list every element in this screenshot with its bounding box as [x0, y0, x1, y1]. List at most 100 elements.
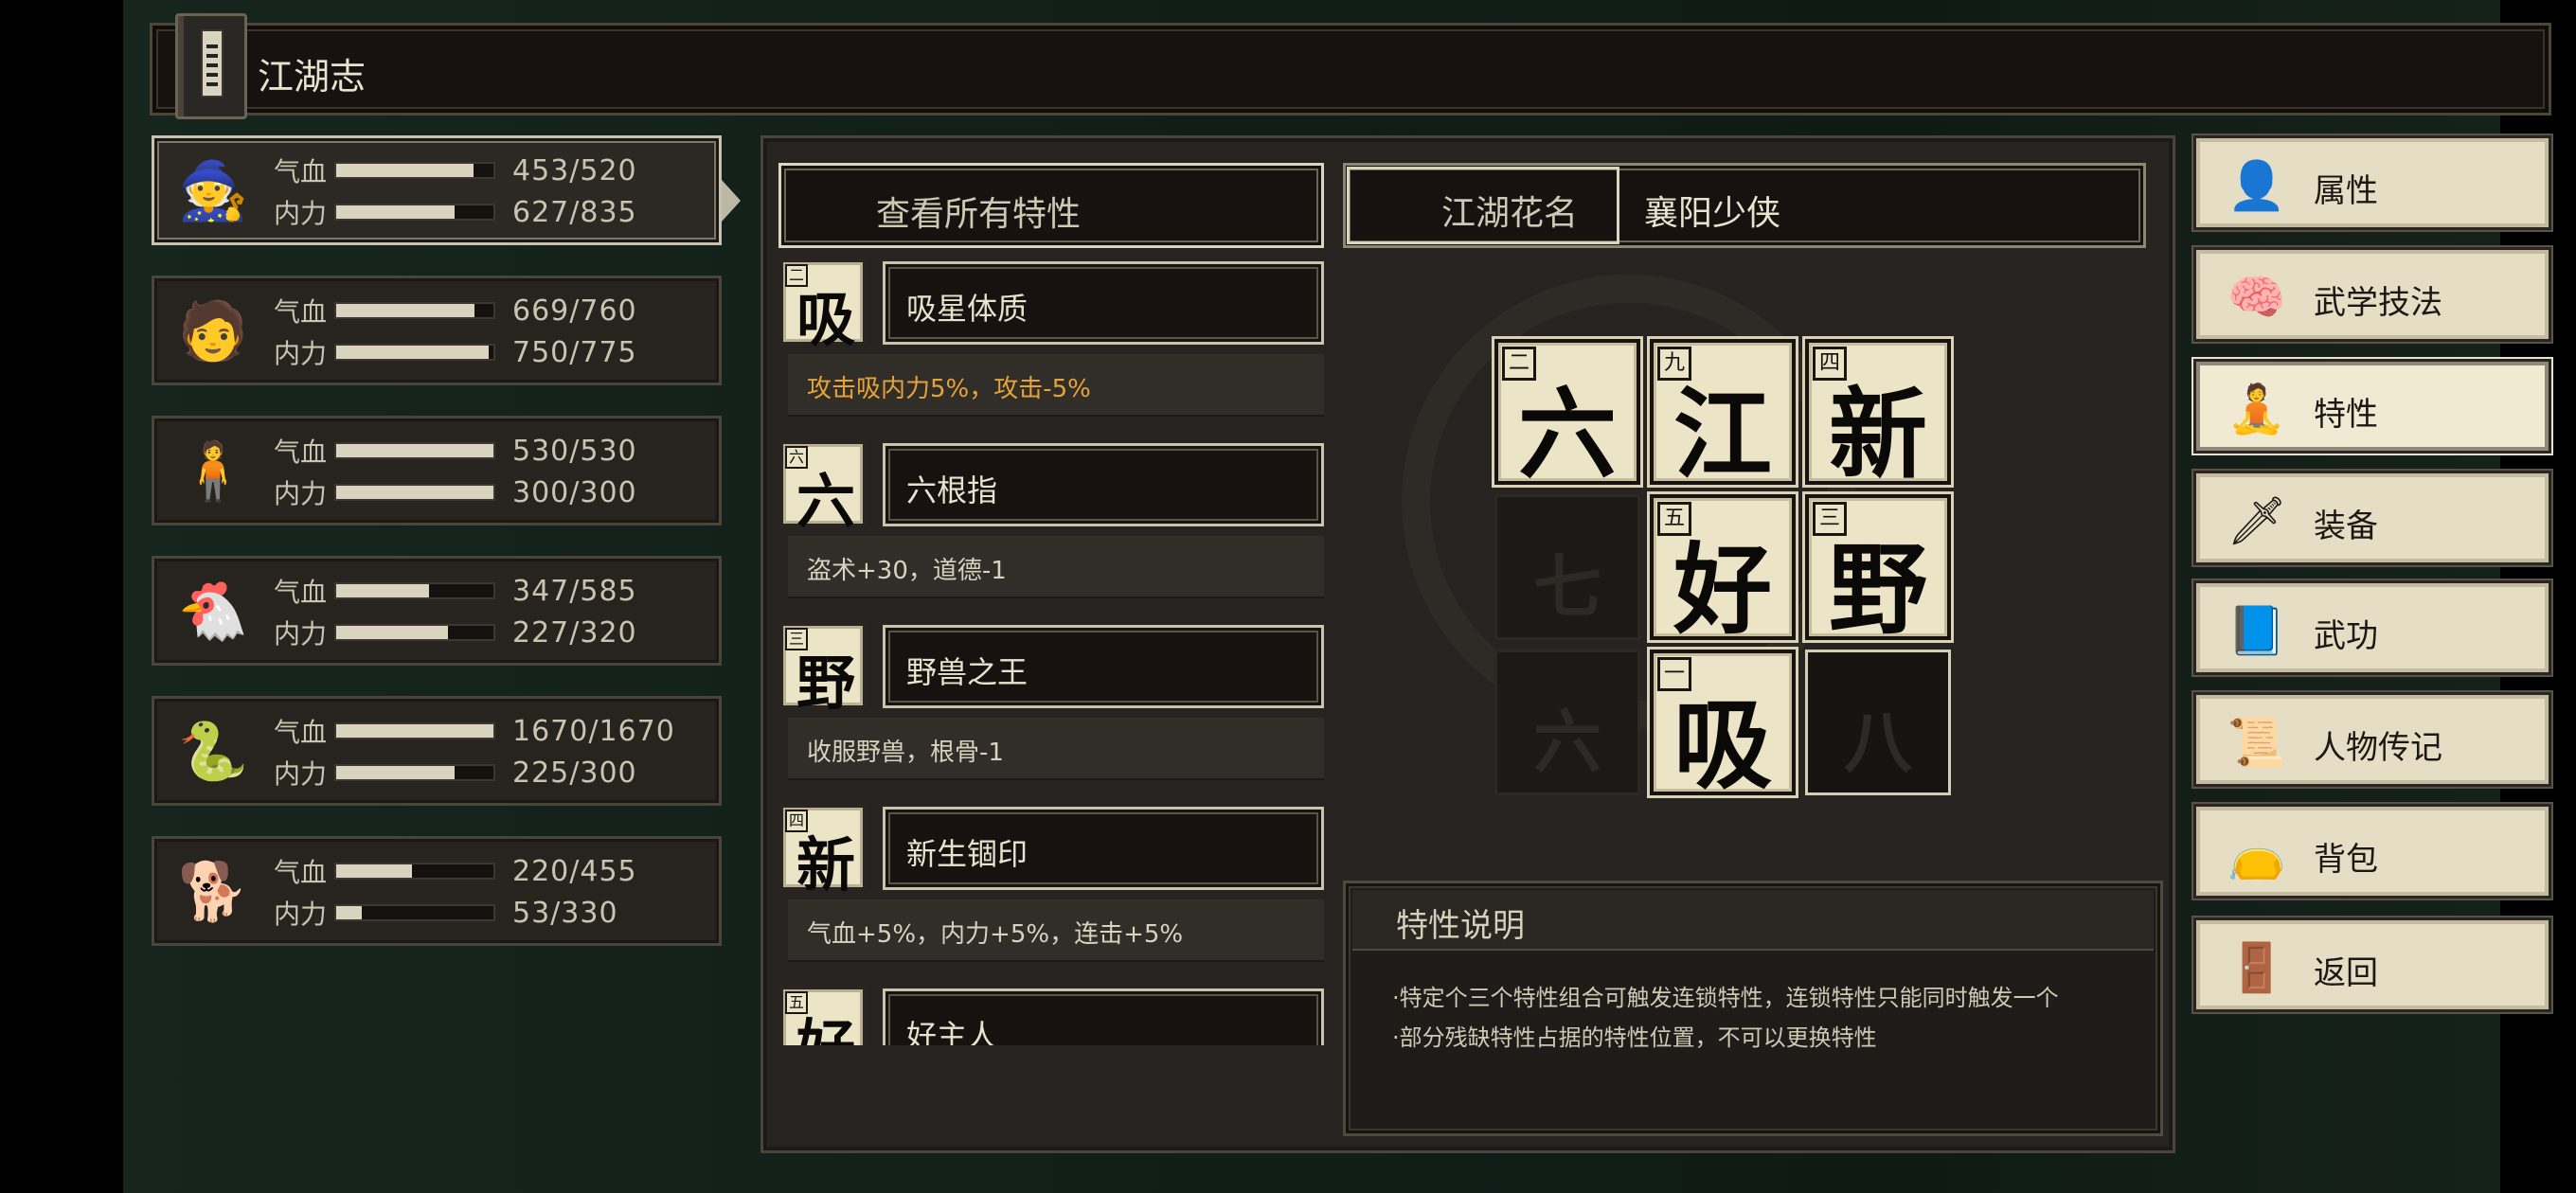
grid-char: 新	[1828, 376, 1927, 492]
hp-value: 669/760	[512, 294, 637, 328]
trait-effect-text: 攻击吸内力5%，攻击-5%	[807, 375, 1091, 403]
attributes-icon: 👤	[2227, 158, 2287, 213]
hp-value: 220/455	[512, 854, 637, 888]
hp-row: 气血 220/455	[274, 854, 637, 889]
trait-effect: 攻击吸内力5%，攻击-5%	[788, 354, 1324, 417]
menu-button[interactable]: 🧘 特性	[2193, 359, 2551, 454]
menu-button-label: 武学技法	[2314, 284, 2442, 322]
trait-effect: 盗术+30，道德-1	[788, 536, 1324, 598]
character-card[interactable]: 🐕 气血 220/455 内力 53/330	[152, 836, 722, 946]
trait-grid-cell[interactable]: 八	[1805, 650, 1951, 795]
mp-bar-fill	[336, 626, 448, 639]
trait-grid-cell[interactable]: 三野	[1805, 494, 1951, 648]
trait-name: 六根指	[906, 472, 998, 508]
description-title: 特性说明	[1396, 907, 1525, 945]
nickname-value: 襄阳少侠	[1644, 194, 1781, 233]
grid-char: 六	[1532, 702, 1601, 782]
hp-bar-fill	[336, 724, 493, 738]
mp-bar	[334, 624, 495, 641]
hp-bar-fill	[336, 164, 474, 177]
hp-bar	[334, 162, 495, 179]
traits-icon: 🧘	[2227, 382, 2287, 436]
trait-name: 野兽之王	[906, 654, 1029, 690]
character-card[interactable]: 🐔 气血 347/585 内力 227/320	[152, 556, 722, 666]
trait-effect-text: 盗术+30，道德-1	[807, 557, 1007, 585]
mp-bar-fill	[336, 486, 493, 499]
hp-value: 453/520	[512, 153, 637, 187]
trait-name-box[interactable]: 野兽之王	[883, 625, 1324, 708]
trait-name-box[interactable]: 六根指	[883, 443, 1324, 526]
return-door-icon: 🚪	[2227, 940, 2287, 995]
trait-grid-cell[interactable]: 六	[1494, 650, 1640, 795]
hp-bar	[334, 722, 495, 739]
trait-tile: 五好	[780, 987, 866, 1045]
trait-item[interactable]: 六六 六根指 盗术+30，道德-1	[778, 439, 1324, 621]
nickname-label: 江湖花名	[1441, 194, 1579, 233]
trait-grid-cell[interactable]: 二六	[1494, 339, 1640, 492]
hp-row: 气血 530/530	[274, 434, 637, 469]
mp-row: 内力 627/835	[274, 195, 637, 230]
mp-bar-fill	[336, 346, 489, 359]
trait-grid-cell[interactable]: 五好	[1650, 494, 1796, 648]
mp-bar-fill	[336, 766, 455, 779]
hp-bar	[334, 302, 495, 319]
mp-label: 内力	[274, 198, 328, 229]
menu-button[interactable]: 📜 人物传记	[2193, 692, 2551, 787]
trait-grid-cell[interactable]: 四新	[1805, 339, 1951, 492]
mp-label: 内力	[274, 338, 328, 369]
equipment-icon: 🗡	[2227, 493, 2287, 548]
menu-button[interactable]: 🚪 返回	[2193, 917, 2551, 1012]
mp-value: 750/775	[512, 335, 637, 369]
selected-arrow-icon	[722, 180, 741, 222]
martial-skills-icon: 🧠	[2227, 270, 2287, 325]
hp-label: 气血	[274, 717, 328, 748]
menu-button[interactable]: 👝 背包	[2193, 804, 2551, 899]
grid-char: 江	[1673, 376, 1772, 492]
trait-list[interactable]: 二吸 吸星体质 攻击吸内力5%，攻击-5% 六六 六根指 盗术+30，道德-1 三野 野兽之王…	[778, 258, 1324, 1045]
mp-label: 内力	[274, 618, 328, 650]
menu-button-label: 属性	[2314, 172, 2378, 210]
grid-char: 七	[1532, 546, 1601, 627]
trait-effect: 收服野兽，根骨-1	[788, 718, 1324, 780]
grid-char: 八	[1843, 702, 1912, 782]
trait-item[interactable]: 二吸 吸星体质 攻击吸内力5%，攻击-5%	[778, 258, 1324, 439]
character-card[interactable]: 🐍 气血 1670/1670 内力 225/300	[152, 696, 722, 806]
menu-button[interactable]: 👤 属性	[2193, 135, 2551, 230]
page-title: 江湖志	[258, 56, 367, 98]
trait-item[interactable]: 三野 野兽之王 收服野兽，根骨-1	[778, 621, 1324, 803]
mp-row: 内力 300/300	[274, 475, 637, 510]
view-all-traits-button[interactable]: 查看所有特性	[778, 163, 1324, 248]
description-line: ·特定个三个特性组合可触发连锁特性，连锁特性只能同时触发一个	[1392, 985, 2059, 1011]
trait-grid-cell[interactable]: 七	[1494, 494, 1640, 640]
menu-button-label: 人物传记	[2314, 729, 2442, 767]
trait-item[interactable]: 五好好主人	[778, 985, 1324, 1045]
trait-name-box[interactable]: 好主人	[883, 988, 1324, 1045]
menu-button[interactable]: 🗡 装备	[2193, 471, 2551, 565]
trait-effect-text: 收服野兽，根骨-1	[807, 739, 1004, 767]
menu-button[interactable]: 🧠 武学技法	[2193, 247, 2551, 342]
menu-button-label: 特性	[2314, 396, 2378, 434]
hp-label: 气血	[274, 577, 328, 608]
trait-char: 野	[796, 649, 856, 718]
trait-grid-cell[interactable]: 九江	[1650, 339, 1796, 492]
menu-button[interactable]: 📘 武功	[2193, 580, 2551, 675]
menu-button-label: 背包	[2314, 841, 2378, 879]
character-card[interactable]: 🧑 气血 669/760 内力 750/775	[152, 276, 722, 385]
hp-bar	[334, 442, 495, 459]
trait-char: 新	[796, 830, 856, 899]
hp-row: 气血 669/760	[274, 294, 637, 329]
trait-item[interactable]: 四新 新生锢印 气血+5%，内力+5%，连击+5%	[778, 803, 1324, 985]
mp-row: 内力 227/320	[274, 615, 637, 650]
hp-value: 1670/1670	[512, 714, 675, 748]
character-avatar: 🧍	[177, 438, 249, 505]
character-card[interactable]: 🧍 气血 530/530 内力 300/300	[152, 416, 722, 525]
trait-grid-cell[interactable]: 一吸	[1650, 650, 1796, 803]
character-avatar: 🧑	[177, 298, 249, 365]
trait-name-box[interactable]: 吸星体质	[883, 261, 1324, 345]
menu-button-label: 装备	[2314, 507, 2378, 545]
bag-icon: 👝	[2227, 827, 2287, 881]
character-avatar: 🧙	[177, 158, 249, 224]
trait-effect: 气血+5%，内力+5%，连击+5%	[788, 899, 1324, 962]
character-card[interactable]: 🧙 气血 453/520 内力 627/835	[152, 135, 722, 245]
trait-name-box[interactable]: 新生锢印	[883, 807, 1324, 890]
